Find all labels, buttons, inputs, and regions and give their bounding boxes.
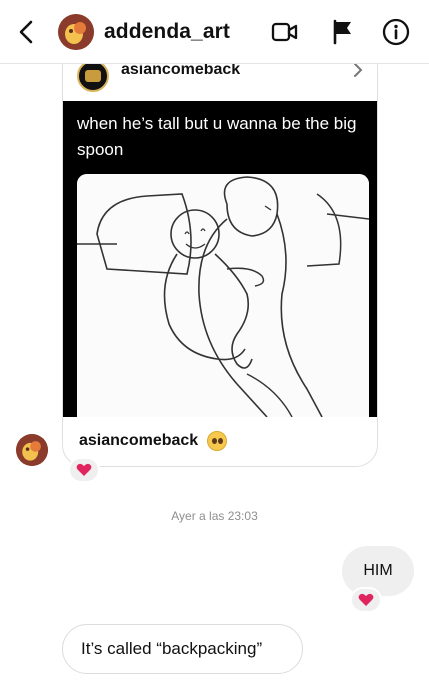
report-button[interactable] xyxy=(328,17,358,47)
outgoing-message[interactable]: HIM xyxy=(342,546,414,596)
shared-post-footer[interactable]: asiancomeback xyxy=(63,417,377,466)
message-timestamp: Ayer a las 23:03 xyxy=(171,509,258,523)
chevron-right-icon xyxy=(353,63,363,82)
incoming-message[interactable]: It’s called “backpacking” xyxy=(62,624,303,674)
video-call-button[interactable] xyxy=(270,17,300,47)
shared-post-card[interactable]: asiancomeback when he’s tall but u wanna… xyxy=(62,44,378,467)
heart-icon xyxy=(76,463,92,476)
shared-post-avatar xyxy=(77,60,109,92)
chevron-left-icon xyxy=(19,20,33,44)
info-icon xyxy=(382,18,410,46)
shared-post-footer-username[interactable]: asiancomeback xyxy=(79,432,198,450)
sender-avatar[interactable] xyxy=(16,434,48,466)
avatar[interactable] xyxy=(58,14,94,50)
video-camera-icon xyxy=(271,22,298,42)
outgoing-message-text: HIM xyxy=(363,562,393,579)
info-button[interactable] xyxy=(381,17,411,47)
message-reaction[interactable] xyxy=(350,587,382,613)
flag-icon xyxy=(333,19,351,45)
meme-caption: when he’s tall but u wanna be the big sp… xyxy=(77,114,357,159)
shared-post-image[interactable]: when he’s tall but u wanna be the big sp… xyxy=(63,101,377,417)
heart-icon xyxy=(358,593,374,606)
incoming-message-text: It’s called “backpacking” xyxy=(81,639,263,658)
pleading-face-icon xyxy=(207,431,227,451)
back-button[interactable] xyxy=(12,18,40,46)
meme-drawing xyxy=(77,174,369,417)
chat-username[interactable]: addenda_art xyxy=(104,20,230,44)
chat-header: addenda_art xyxy=(0,0,429,64)
post-reaction[interactable] xyxy=(68,457,100,483)
